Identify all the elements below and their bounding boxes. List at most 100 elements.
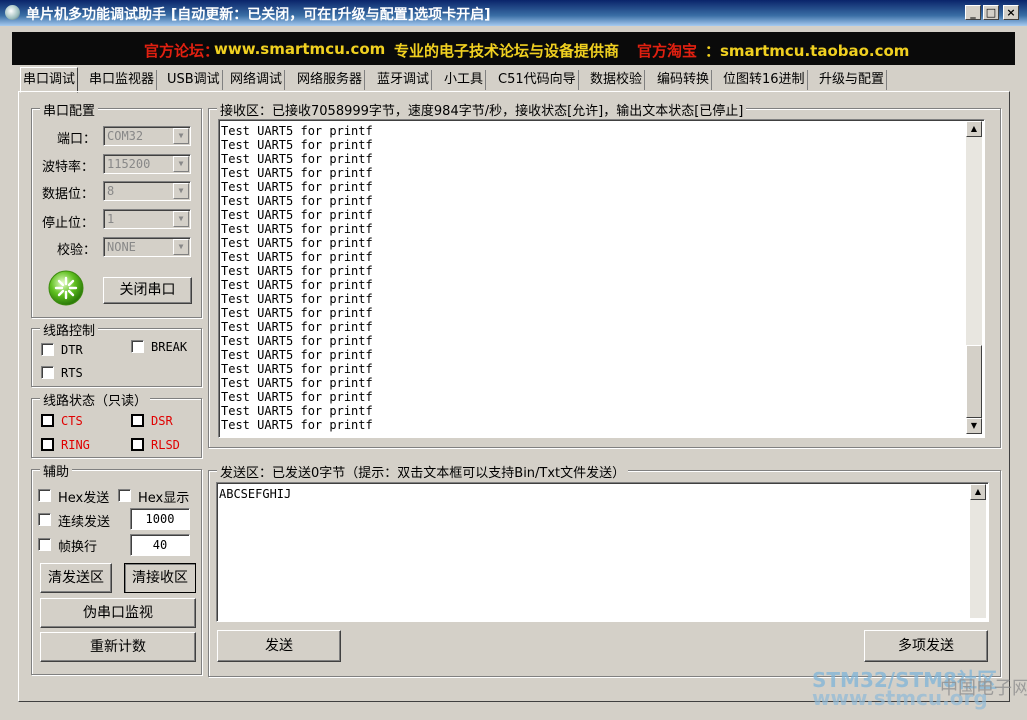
pseudo-monitor-button[interactable]: 伪串口监视	[40, 598, 196, 628]
rlsd-indicator	[131, 438, 144, 451]
dtr-checkbox[interactable]	[41, 343, 54, 356]
send-status-title: 发送区：已发送0字节（提示：双击文本框可以支持Bin/Txt文件发送）	[217, 462, 629, 481]
databits-value: 8	[107, 184, 115, 198]
frame-newline-checkbox[interactable]	[38, 538, 51, 551]
cts-indicator	[41, 414, 54, 427]
baud-label: 波特率：	[42, 160, 95, 175]
aux-title: 辅助	[40, 461, 73, 480]
maximize-button[interactable]: □	[983, 5, 999, 20]
tab-bitmap-to-hex[interactable]: 位图转16进制	[721, 70, 808, 90]
receive-line: Test UART5 for printf	[221, 376, 373, 390]
receive-line: Test UART5 for printf	[221, 362, 373, 376]
multi-send-button[interactable]: 多项发送	[864, 630, 988, 662]
receive-line: Test UART5 for printf	[221, 348, 373, 362]
stopbits-label: 停止位：	[42, 216, 95, 231]
banner-slogan: 专业的电子技术论坛与设备提供商	[394, 42, 620, 60]
receive-line: Test UART5 for printf	[221, 278, 373, 292]
banner-forum-url[interactable]: www.smartmcu.com	[214, 40, 385, 58]
reset-count-button[interactable]: 重新计数	[40, 632, 196, 662]
receive-line: Test UART5 for printf	[221, 124, 373, 138]
serial-config-title: 串口配置	[40, 100, 99, 119]
receive-line: Test UART5 for printf	[221, 306, 373, 320]
scroll-thumb[interactable]	[966, 345, 982, 418]
banner-shop-url[interactable]: ：smartmcu.taobao.com	[705, 40, 909, 61]
banner-forum-label: 官方论坛：	[144, 42, 220, 60]
hex-display-label: Hex显示	[138, 491, 190, 506]
receive-line: Test UART5 for printf	[221, 152, 373, 166]
hex-send-label: Hex发送	[58, 491, 110, 506]
chevron-down-icon: ▼	[173, 211, 189, 227]
clear-receive-button[interactable]: 清接收区	[124, 563, 196, 593]
ad-banner[interactable]: 官方论坛： www.smartmcu.com 专业的电子技术论坛与设备提供商 官…	[12, 32, 1015, 65]
receive-line: Test UART5 for printf	[221, 264, 373, 278]
parity-select[interactable]: NONE ▼	[103, 237, 191, 257]
tab-network-debug[interactable]: 网络调试	[228, 70, 286, 90]
send-textarea[interactable]: ABCSEFGHIJ ▲	[216, 482, 989, 622]
minimize-button[interactable]: _	[965, 5, 981, 20]
scroll-up-icon[interactable]: ▲	[970, 484, 986, 500]
continuous-send-checkbox[interactable]	[38, 513, 51, 526]
hex-display-checkbox[interactable]	[118, 489, 131, 502]
receive-scrollbar[interactable]: ▲ ▼	[966, 121, 982, 434]
send-text: ABCSEFGHIJ	[219, 487, 292, 501]
receive-line: Test UART5 for printf	[221, 208, 373, 222]
line-control-group: 线路控制	[31, 320, 202, 387]
baud-select[interactable]: 115200 ▼	[103, 154, 191, 174]
tab-data-checksum[interactable]: 数据校验	[588, 70, 646, 90]
receive-textarea[interactable]: Test UART5 for printf Test UART5 for prin…	[218, 119, 985, 438]
port-value: COM32	[107, 129, 144, 143]
receive-text: Test UART5 for printf Test UART5 for prin…	[221, 124, 373, 432]
receive-line: Test UART5 for printf	[221, 222, 373, 236]
line-status-title: 线路状态（只读）	[40, 390, 151, 409]
send-button[interactable]: 发送	[217, 630, 341, 662]
tab-network-server[interactable]: 网络服务器	[295, 70, 366, 90]
scroll-up-icon[interactable]: ▲	[966, 121, 982, 137]
chevron-down-icon: ▼	[173, 128, 189, 144]
databits-select[interactable]: 8 ▼	[103, 181, 191, 201]
receive-line: Test UART5 for printf	[221, 334, 373, 348]
chevron-down-icon: ▼	[173, 239, 189, 255]
databits-label: 数据位：	[42, 187, 95, 202]
tab-upgrade-config[interactable]: 升级与配置	[817, 70, 888, 90]
title-bar[interactable]: 单片机多功能调试助手 [自动更新：已关闭，可在[升级与配置]选项卡开启] _ □…	[0, 0, 1027, 26]
line-control-title: 线路控制	[40, 320, 99, 339]
watermark-site: 中国电子网	[940, 678, 1027, 699]
tab-bluetooth-debug[interactable]: 蓝牙调试	[375, 70, 433, 90]
port-label: 端口：	[57, 132, 97, 147]
break-checkbox[interactable]	[131, 340, 144, 353]
receive-line: Test UART5 for printf	[221, 166, 373, 180]
port-open-status-icon	[48, 270, 84, 306]
banner-shop-label: 官方淘宝	[637, 42, 698, 60]
receive-line: Test UART5 for printf	[221, 320, 373, 334]
tab-encoding-convert[interactable]: 编码转换	[655, 70, 713, 90]
app-icon	[5, 5, 20, 20]
tab-serial-debug[interactable]: 串口调试	[20, 67, 79, 93]
port-select[interactable]: COM32 ▼	[103, 126, 191, 146]
tab-tools[interactable]: 小工具	[442, 70, 487, 90]
receive-line: Test UART5 for printf	[221, 138, 373, 152]
stopbits-select[interactable]: 1 ▼	[103, 209, 191, 229]
continuous-interval-input[interactable]: 1000	[130, 508, 190, 530]
close-button[interactable]: ×	[1003, 5, 1019, 20]
tab-usb-debug[interactable]: USB调试	[165, 70, 223, 90]
receive-line: Test UART5 for printf	[221, 390, 373, 404]
rts-checkbox[interactable]	[41, 366, 54, 379]
parity-label: 校验：	[57, 243, 97, 258]
send-scrollbar[interactable]: ▲	[970, 484, 986, 618]
close-port-button[interactable]: 关闭串口	[103, 277, 192, 304]
tab-c51-wizard[interactable]: C51代码向导	[496, 70, 579, 90]
frame-value-input[interactable]: 40	[130, 534, 190, 556]
stopbits-value: 1	[107, 212, 115, 226]
hex-send-checkbox[interactable]	[38, 489, 51, 502]
clear-send-button[interactable]: 清发送区	[40, 563, 112, 593]
window-title: 单片机多功能调试助手 [自动更新：已关闭，可在[升级与配置]选项卡开启]	[26, 7, 491, 23]
tab-serial-monitor[interactable]: 串口监视器	[87, 70, 158, 90]
scroll-down-icon[interactable]: ▼	[966, 418, 982, 434]
break-label: BREAK	[151, 340, 188, 354]
rts-label: RTS	[61, 366, 83, 380]
ring-label: RING	[61, 438, 90, 452]
ring-indicator	[41, 438, 54, 451]
receive-line: Test UART5 for printf	[221, 194, 373, 208]
receive-line: Test UART5 for printf	[221, 418, 373, 432]
cts-label: CTS	[61, 414, 83, 428]
